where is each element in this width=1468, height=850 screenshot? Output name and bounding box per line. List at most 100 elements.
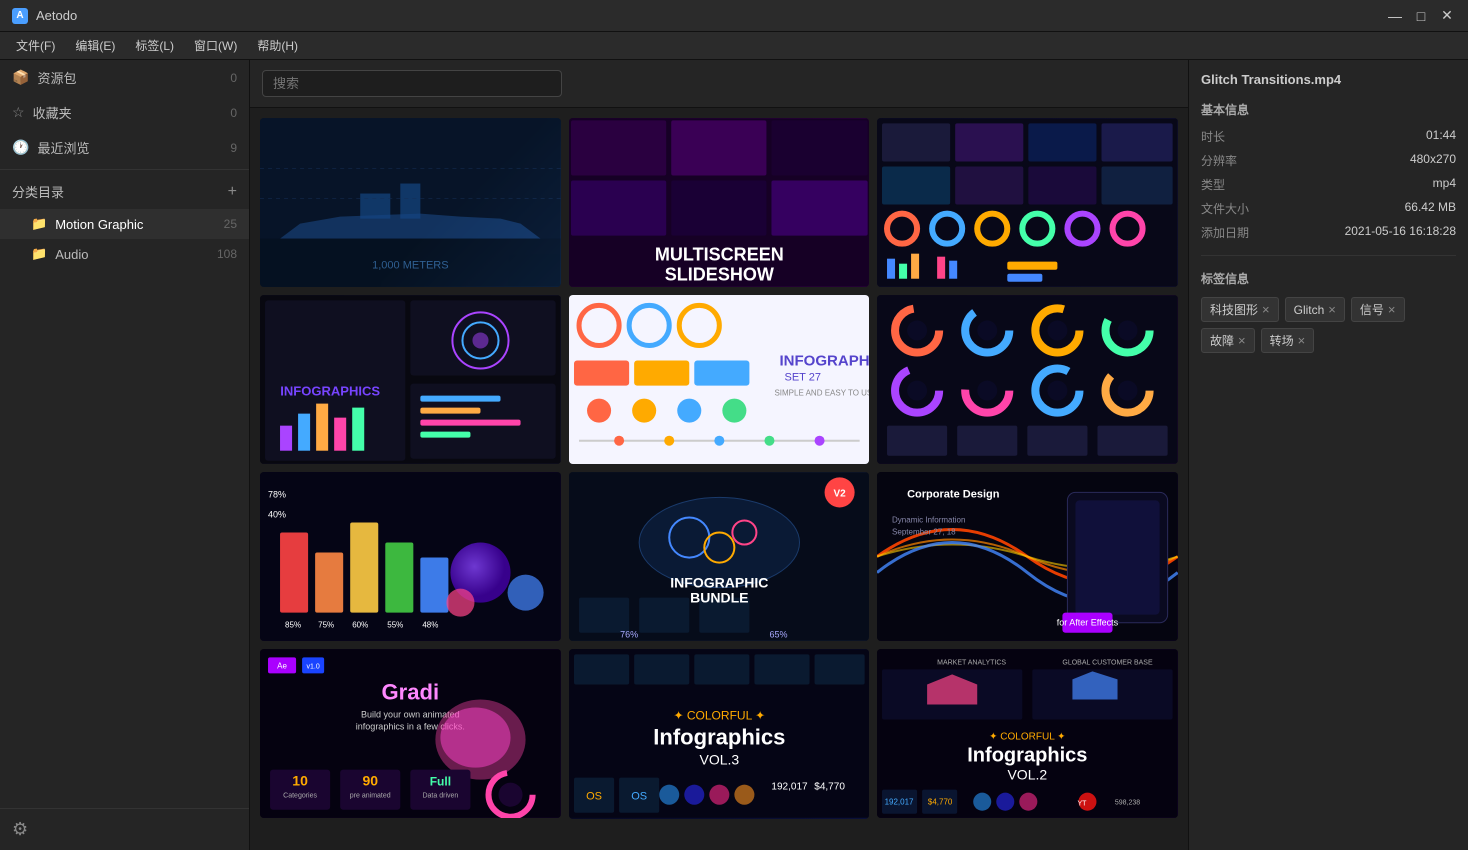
basic-info-label: 基本信息 [1201,101,1456,118]
titlebar-controls[interactable]: — □ ✕ [1386,7,1456,25]
settings-button[interactable]: ⚙ [12,819,28,840]
grid-item-2[interactable]: MULTISCREEN SLIDESHOW [569,118,870,287]
recent-icon: 🕐 [12,139,29,156]
titlebar-left: A Aetodo [12,8,77,24]
sidebar-item-assets[interactable]: 📦 资源包 0 [0,60,249,95]
grid-item-9[interactable]: Corporate Design for After Effects Dynam… [877,472,1178,641]
sidebar-label-assets: 资源包 [37,68,76,87]
grid-item-12[interactable]: MARKET ANALYTICS GLOBAL CUSTOMER BASE ✦ … [877,649,1178,818]
svg-text:SIMPLE AND EASY TO USE: SIMPLE AND EASY TO USE [774,389,869,398]
add-category-icon[interactable]: + [228,183,237,201]
svg-text:Full: Full [430,775,451,789]
info-row-resolution: 分辨率 480x270 [1201,152,1456,169]
sidebar-footer: ⚙ [0,808,249,850]
category-header-label: 分类目录 [12,182,64,201]
svg-text:10: 10 [292,773,308,789]
search-input[interactable] [262,70,562,97]
svg-text:SET 27: SET 27 [784,372,821,384]
favorites-count: 0 [230,106,237,120]
sidebar-item-audio[interactable]: 📁 Audio 108 [0,239,249,269]
svg-text:65%: 65% [769,630,787,640]
folder-icon-audio: 📁 [31,246,47,262]
tag-close-3[interactable]: × [1238,334,1246,347]
grid-item-11[interactable]: ✦ COLORFUL ✦ Infographics VOL.3 OS [569,649,870,818]
cat-label-audio: Audio [55,247,88,262]
tags-label: 标签信息 [1201,270,1456,287]
menu-edit[interactable]: 编辑(E) [67,35,123,56]
tag-close-0[interactable]: × [1262,303,1270,316]
menu-window[interactable]: 窗口(W) [186,35,245,56]
svg-text:Dynamic Information: Dynamic Information [892,516,965,525]
sidebar: 📦 资源包 0 ☆ 收藏夹 0 🕐 最近浏览 9 分类目录 + � [0,60,250,850]
menubar: 文件(F) 编辑(E) 标签(L) 窗口(W) 帮助(H) [0,32,1468,60]
svg-text:598,238: 598,238 [1115,800,1140,807]
close-button[interactable]: ✕ [1438,7,1456,25]
svg-text:40%: 40% [268,510,286,520]
tag-label-1: Glitch [1294,303,1325,317]
tag-label-4: 转场 [1270,332,1294,349]
grid-item-7[interactable]: 78% 40% 85% 75% 60% 55% 48% [260,472,561,641]
svg-text:INFOGRAPHIC: INFOGRAPHIC [670,575,768,591]
menu-file[interactable]: 文件(F) [8,35,63,56]
grid-item-6[interactable] [877,295,1178,464]
svg-text:1,000 METERS: 1,000 METERS [372,260,449,272]
svg-text:V2: V2 [833,489,846,500]
duration-key: 时长 [1201,128,1225,145]
assets-icon: 📦 [12,69,29,86]
grid-item-1[interactable]: 1,000 METERS [260,118,561,287]
info-divider [1201,255,1456,256]
svg-text:MARKET ANALYTICS: MARKET ANALYTICS [937,660,1006,667]
grid-item-4[interactable]: INFOGRAPHICS [260,295,561,464]
titlebar: A Aetodo — □ ✕ [0,0,1468,32]
tag-close-1[interactable]: × [1328,303,1336,316]
svg-text:pre animated: pre animated [350,793,391,800]
tag-item-0: 科技图形 × [1201,297,1279,322]
tag-item-1: Glitch × [1285,297,1345,322]
grid-item-8[interactable]: V2 INFOGRAPHIC BUNDLE [569,472,870,641]
grid-item-5[interactable]: INFOGRAPHICS SET 27 SIMPLE AND EASY TO U… [569,295,870,464]
svg-text:VOL.3: VOL.3 [699,752,739,768]
tag-item-2: 信号 × [1351,297,1405,322]
tag-close-2[interactable]: × [1388,303,1396,316]
sidebar-item-motion-graphic[interactable]: 📁 Motion Graphic 25 [0,209,249,239]
svg-text:BUNDLE: BUNDLE [690,590,748,606]
svg-text:192,017: 192,017 [771,782,808,793]
grid-item-10[interactable]: Ae v1.0 Gradi Build your own animated in… [260,649,561,818]
tag-label-0: 科技图形 [1210,301,1258,318]
sidebar-item-recent[interactable]: 🕐 最近浏览 9 [0,130,249,165]
content-toolbar [250,60,1188,108]
svg-text:✦ COLORFUL ✦: ✦ COLORFUL ✦ [989,732,1066,743]
menu-help[interactable]: 帮助(H) [249,35,306,56]
svg-text:Infographics: Infographics [653,725,785,750]
minimize-button[interactable]: — [1386,7,1404,25]
svg-text:v1.0: v1.0 [306,664,319,671]
sidebar-divider [0,169,249,170]
size-val: 66.42 MB [1405,200,1456,217]
tag-close-4[interactable]: × [1298,334,1306,347]
info-panel: Glitch Transitions.mp4 基本信息 时长 01:44 分辨率… [1188,60,1468,850]
resolution-key: 分辨率 [1201,152,1237,169]
svg-text:VOL.2: VOL.2 [1008,767,1048,783]
svg-text:MULTISCREEN: MULTISCREEN [655,245,784,265]
svg-text:75%: 75% [318,621,334,630]
main-layout: 📦 资源包 0 ☆ 收藏夹 0 🕐 最近浏览 9 分类目录 + � [0,60,1468,850]
sidebar-item-favorites[interactable]: ☆ 收藏夹 0 [0,95,249,130]
svg-text:Infographics: Infographics [968,745,1088,767]
sidebar-label-recent: 最近浏览 [37,138,89,157]
tag-label-2: 信号 [1360,301,1384,318]
svg-text:INFOGRAPHICS: INFOGRAPHICS [280,384,380,399]
svg-text:September 27, 18: September 27, 18 [892,528,956,537]
svg-text:76%: 76% [620,630,638,640]
date-val: 2021-05-16 16:18:28 [1345,224,1456,241]
svg-text:90: 90 [362,773,378,789]
grid-item-3[interactable] [877,118,1178,287]
favorites-icon: ☆ [12,104,25,121]
date-key: 添加日期 [1201,224,1249,241]
sidebar-category-header[interactable]: 分类目录 + [0,174,249,209]
maximize-button[interactable]: □ [1412,7,1430,25]
svg-text:for After Effects: for After Effects [1057,618,1119,628]
menu-tags[interactable]: 标签(L) [127,35,182,56]
app-logo: A [12,8,28,24]
svg-text:OS: OS [586,791,602,803]
svg-text:SLIDESHOW: SLIDESHOW [664,265,773,285]
